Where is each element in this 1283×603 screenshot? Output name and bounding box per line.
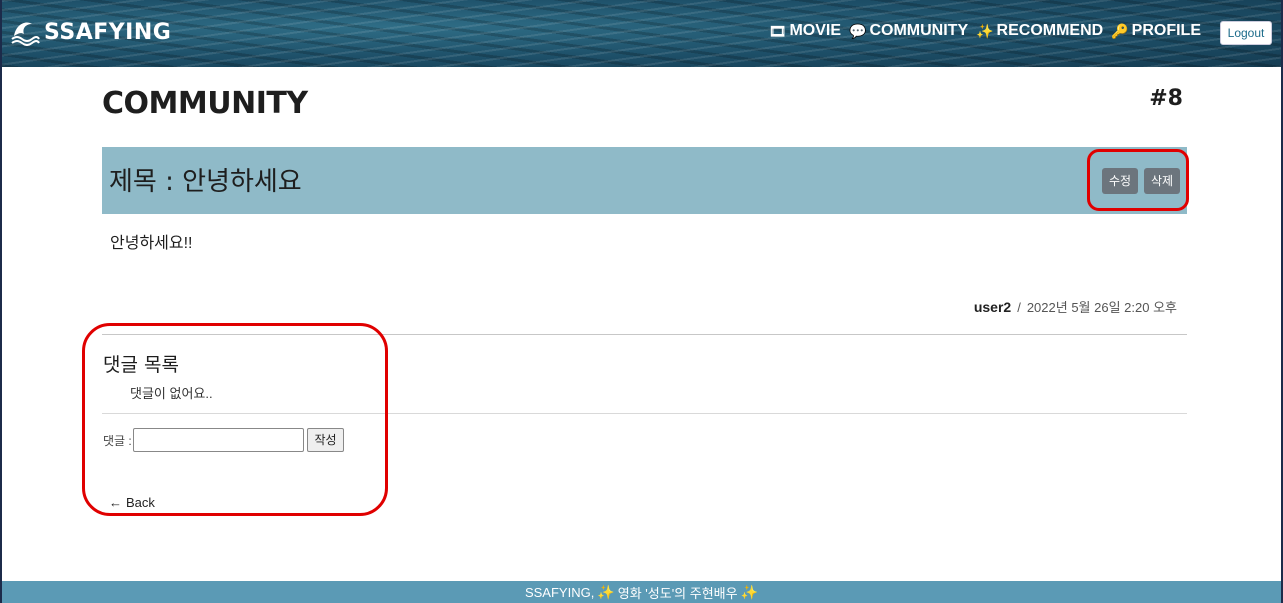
chat-icon: 💬 (849, 22, 867, 39)
post-title: 제목 : 안녕하세요 (109, 167, 302, 197)
arrow-left-icon: ← (109, 495, 122, 510)
nav-profile-label: PROFILE (1131, 22, 1201, 39)
nav-profile[interactable]: 🔑 PROFILE (1111, 22, 1201, 40)
post-number: #8 (1149, 86, 1183, 111)
wave-icon (11, 22, 40, 46)
back-label: Back (126, 495, 155, 510)
nav-recommend-label: RECOMMEND (996, 22, 1104, 39)
comments-divider (102, 413, 1187, 414)
nav-community-label: COMMUNITY (869, 22, 969, 39)
sparkle-icon: ✨ (740, 583, 759, 600)
comment-submit-button[interactable]: 작성 (307, 428, 344, 452)
nav-movie[interactable]: 🎞 MOVIE (769, 22, 841, 40)
footer-text: 영화 '성도'의 주현배우 (617, 585, 738, 601)
post-date: 2022년 5월 26일 2:20 오후 (1026, 300, 1177, 315)
brand-name: SSAFYING (44, 19, 172, 45)
post-meta: user2 / 2022년 5월 26일 2:20 오후 (974, 297, 1177, 316)
nav-community[interactable]: 💬 COMMUNITY (849, 22, 968, 40)
footer-brand: SSAFYING, (524, 584, 595, 600)
footer: SSAFYING, ✨ 영화 '성도'의 주현배우 ✨ (2, 579, 1281, 603)
nav-links: 🎞 MOVIE 💬 COMMUNITY ✨ RECOMMEND 🔑 PROFIL… (769, 22, 1201, 40)
post-author: user2 (973, 299, 1012, 315)
comments-heading: 댓글 목록 (103, 354, 179, 376)
brand-logo[interactable]: SSAFYING (10, 18, 171, 46)
comment-input-label: 댓글 : (103, 434, 132, 448)
no-comments-message: 댓글이 없어요.. (130, 386, 213, 401)
comment-input[interactable] (133, 428, 304, 452)
nav-recommend[interactable]: ✨ RECOMMEND (976, 22, 1103, 40)
nav-movie-label: MOVIE (789, 22, 842, 39)
post-title-bar: 제목 : 안녕하세요 수정 삭제 (102, 147, 1187, 214)
meta-separator: / (1017, 300, 1021, 315)
post-content: 안녕하세요!! (110, 235, 193, 252)
edit-button[interactable]: 수정 (1102, 168, 1138, 194)
sparkle-icon: ✨ (597, 583, 615, 600)
navbar: SSAFYING 🎞 MOVIE 💬 COMMUNITY ✨ RECOMMEND… (2, 0, 1281, 67)
delete-button[interactable]: 삭제 (1144, 168, 1180, 194)
film-icon: 🎞 (768, 22, 787, 39)
key-icon: 🔑 (1111, 22, 1129, 39)
page-title: COMMUNITY (102, 86, 308, 121)
logout-button[interactable]: Logout (1220, 21, 1272, 45)
divider (102, 334, 1187, 335)
back-link[interactable]: ← Back (109, 495, 155, 510)
sparkle-icon: ✨ (976, 22, 994, 39)
